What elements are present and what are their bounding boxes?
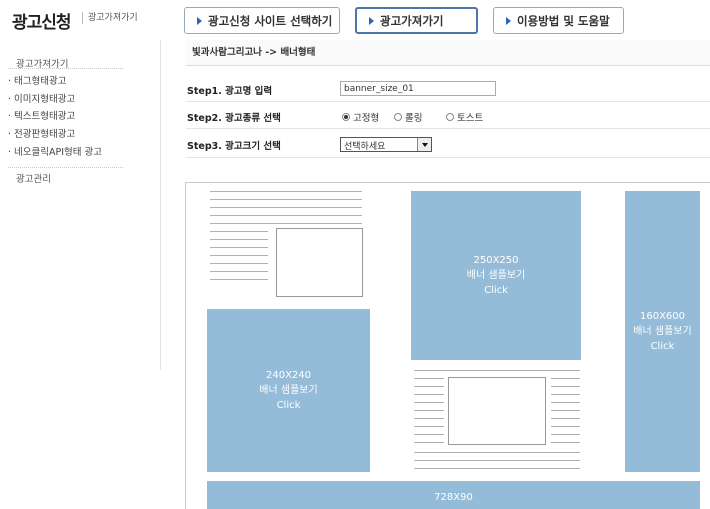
- image-placeholder-icon: [276, 228, 363, 297]
- banner-sample-label: 배너 샘플보기: [633, 326, 692, 337]
- banner-728x90[interactable]: 728X90: [207, 481, 700, 509]
- banner-click-label: Click: [650, 341, 675, 352]
- banner-160x600[interactable]: 160X600 배너 샘플보기 Click: [625, 191, 700, 472]
- get-ad-label: 광고가져가기: [380, 13, 444, 28]
- step1-label: Step1. 광고명 입력: [187, 86, 273, 97]
- radio-checked-icon: [342, 113, 350, 121]
- breadcrumb: 빛과사람그리고나 -> 배너형태: [186, 40, 710, 66]
- help-button[interactable]: 이용방법 및 도움말: [493, 7, 624, 34]
- select-site-button[interactable]: 광고신청 사이트 선택하기: [184, 7, 340, 34]
- ad-size-select[interactable]: 선택하세요: [340, 137, 432, 152]
- play-icon: [369, 16, 374, 25]
- radio-rolling-label: 롤링: [405, 113, 423, 124]
- sidebar-item-image-ad[interactable]: · 이미지형태광고: [8, 91, 75, 105]
- sidebar: 광고가져가기 · 태그형태광고 · 이미지형태광고 · 텍스트형태광고 · 전광…: [0, 40, 161, 370]
- play-icon: [506, 16, 511, 25]
- radio-unchecked-icon: [446, 113, 454, 121]
- banner-size-label: 728X90: [434, 492, 473, 503]
- page-title: 광고신청: [12, 13, 72, 33]
- select-site-label: 광고신청 사이트 선택하기: [208, 13, 333, 28]
- banner-size-label: 240X240: [265, 370, 312, 381]
- banner-sample-label: 배너 샘플보기: [466, 270, 526, 281]
- get-ad-button[interactable]: 광고가져가기: [355, 7, 478, 34]
- ad-size-select-value: 선택하세요: [344, 142, 386, 152]
- play-icon: [197, 16, 202, 25]
- ad-name-input[interactable]: banner_size_01: [340, 81, 496, 96]
- step3-label: Step3. 광고크기 선택: [187, 141, 281, 152]
- sidebar-item-billboard-ad[interactable]: · 전광판형태광고: [8, 126, 75, 140]
- radio-fixed[interactable]: 고정형: [342, 110, 379, 124]
- banner-sample-label: 배너 샘플보기: [259, 385, 318, 396]
- page-subtitle: 광고가져가기: [82, 12, 138, 24]
- image-placeholder-icon: [448, 377, 546, 445]
- radio-unchecked-icon: [394, 113, 402, 121]
- banner-size-label: 160X600: [639, 311, 686, 322]
- radio-toast-label: 토스트: [457, 113, 484, 124]
- sidebar-divider: [8, 167, 123, 168]
- radio-toast[interactable]: 토스트: [446, 110, 483, 124]
- banner-250x250[interactable]: 250X250 배너 샘플보기 Click: [411, 191, 581, 360]
- step-divider: [186, 101, 710, 102]
- sidebar-section-manage[interactable]: 광고관리: [16, 171, 51, 185]
- help-label: 이용방법 및 도움말: [517, 13, 610, 28]
- banner-240x240[interactable]: 240X240 배너 샘플보기 Click: [207, 309, 370, 472]
- step-divider: [186, 157, 710, 158]
- banner-click-label: Click: [276, 400, 301, 411]
- sidebar-divider: [8, 68, 123, 69]
- radio-rolling[interactable]: 롤링: [394, 110, 422, 124]
- step-divider: [186, 128, 710, 129]
- sidebar-item-api-ad[interactable]: · 네오클릭API형태 광고: [8, 144, 102, 158]
- banner-size-label: 250X250: [473, 255, 519, 266]
- sidebar-item-text-ad[interactable]: · 텍스트형태광고: [8, 108, 75, 122]
- step2-label: Step2. 광고종류 선택: [187, 113, 281, 124]
- sidebar-item-tag-ad[interactable]: · 태그형태광고: [8, 73, 66, 87]
- chevron-down-icon[interactable]: [417, 138, 431, 151]
- banner-click-label: Click: [484, 285, 508, 296]
- radio-fixed-label: 고정형: [353, 113, 380, 124]
